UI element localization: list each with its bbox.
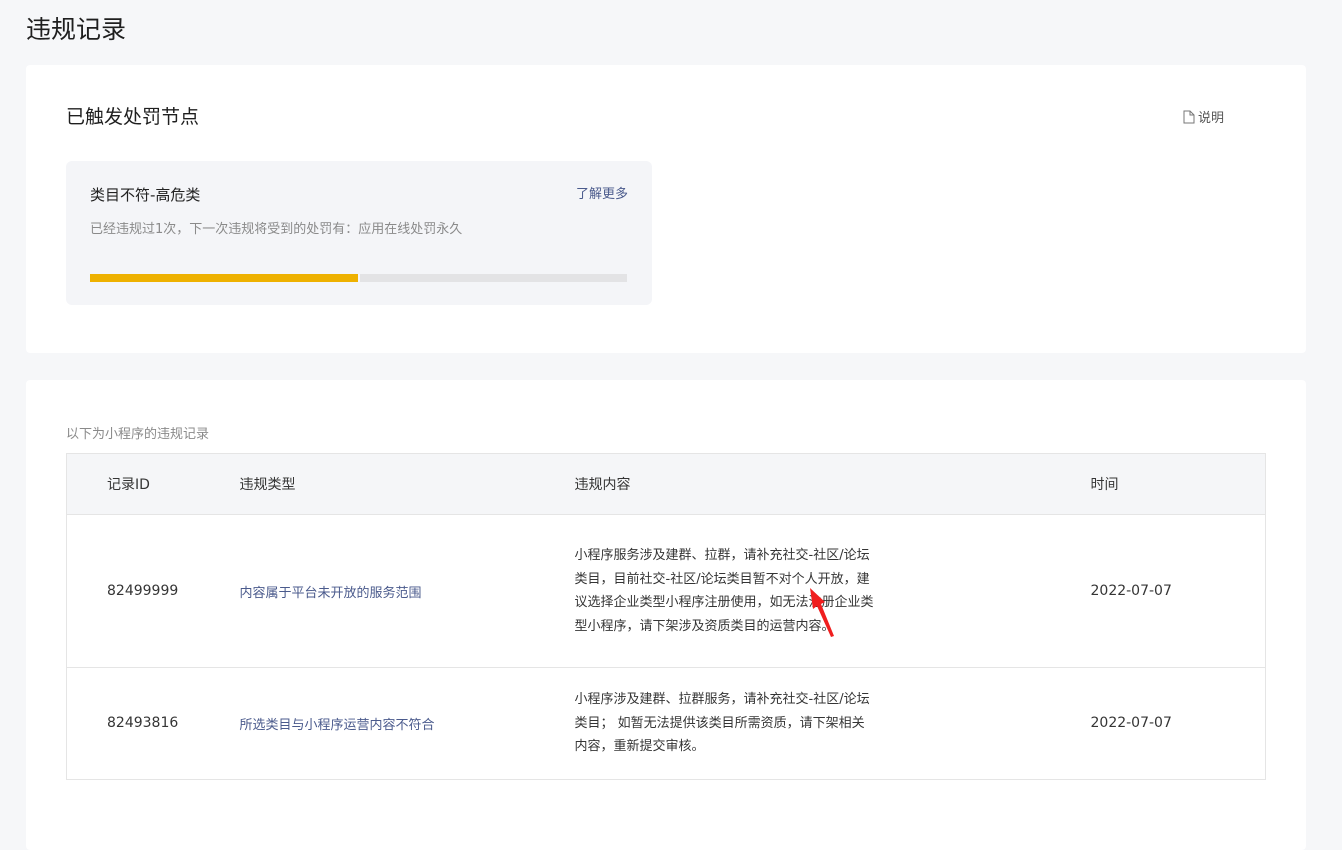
records-table: 记录ID 违规类型 违规内容 时间 82499999 内容属于平台未开放的服务范…: [66, 453, 1266, 780]
record-time: 2022-07-07: [1090, 667, 1266, 780]
progress-segment-empty: [359, 274, 627, 282]
records-intro: 以下为小程序的违规记录: [66, 427, 210, 442]
record-type-link[interactable]: 所选类目与小程序运营内容不符合: [239, 667, 575, 780]
help-link[interactable]: 说明: [1183, 107, 1224, 126]
record-id: 82493816: [66, 667, 240, 780]
record-content: 小程序涉及建群、拉群服务，请补充社交-社区/论坛类目； 如暂无法提供该类目所需资…: [574, 692, 870, 754]
col-id: 记录ID: [66, 453, 240, 515]
penalty-card: 已触发处罚节点 说明 类目不符-高危类 了解更多 已经违规过1次，下一次违规将受…: [26, 65, 1306, 353]
table-header: 记录ID 违规类型 违规内容 时间: [66, 453, 1266, 515]
section-title: 已触发处罚节点: [66, 106, 200, 128]
record-time: 2022-07-07: [1090, 514, 1266, 668]
col-content: 违规内容: [574, 453, 1091, 515]
table-row: 82499999 内容属于平台未开放的服务范围 小程序服务涉及建群、拉群，请补充…: [66, 514, 1266, 668]
record-id: 82499999: [66, 514, 240, 668]
col-time: 时间: [1090, 453, 1266, 515]
red-arrow-annotation-icon: [810, 588, 834, 637]
progress-segment-filled: [90, 274, 358, 282]
help-label: 说明: [1197, 111, 1224, 126]
node-description: 已经违规过1次，下一次违规将受到的处罚有：应用在线处罚永久: [90, 222, 463, 237]
col-type: 违规类型: [239, 453, 575, 515]
node-title: 类目不符-高危类: [90, 186, 201, 204]
learn-more-link[interactable]: 了解更多: [576, 183, 628, 202]
penalty-progress-bar: [90, 274, 627, 282]
document-icon: [1183, 110, 1195, 123]
record-type-link[interactable]: 内容属于平台未开放的服务范围: [239, 514, 575, 668]
table-row: 82493816 所选类目与小程序运营内容不符合 小程序涉及建群、拉群服务，请补…: [66, 667, 1266, 780]
records-card: 以下为小程序的违规记录 记录ID 违规类型 违规内容 时间 82499999 内…: [26, 380, 1306, 850]
penalty-node: 类目不符-高危类 了解更多 已经违规过1次，下一次违规将受到的处罚有：应用在线处…: [66, 161, 652, 305]
page-title: 违规记录: [26, 15, 127, 44]
